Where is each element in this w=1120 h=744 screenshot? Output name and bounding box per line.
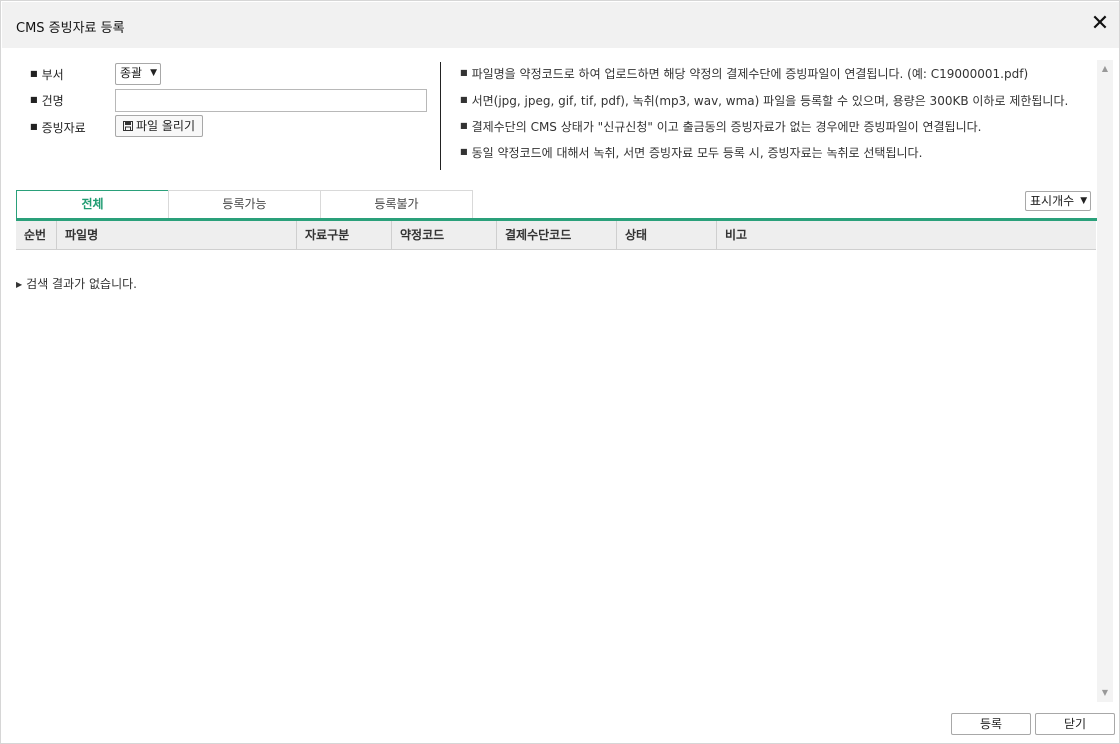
dept-row: ■ 부서 종괄 ▼ [30,62,430,85]
evidence-label: ■ 증빙자료 [30,121,86,135]
chevron-down-icon: ▼ [1080,196,1088,206]
dept-label: ■ 부서 [30,68,64,82]
vertical-scrollbar[interactable]: ▲ ▼ [1097,60,1113,702]
name-row: ■ 건명 [30,88,430,112]
disk-icon [123,121,133,131]
divider [440,62,441,170]
dialog-titlebar: CMS 증빙자료 등록 ✕ [2,2,1119,48]
page-size-select[interactable]: 표시개수 ▼ [1025,191,1092,211]
close-button[interactable]: 닫기 [1035,713,1115,735]
dept-select[interactable]: 종괄 ▼ [115,63,162,85]
register-button[interactable]: 등록 [951,713,1031,735]
col-contract-code: 약정코드 [391,221,496,249]
name-label: ■ 건명 [30,94,64,108]
scroll-down-icon[interactable]: ▼ [1097,686,1113,700]
col-remark: 비고 [716,221,1096,249]
tab-registrable[interactable]: 등록가능 [168,190,321,218]
col-seq: 순번 [24,228,47,242]
scroll-up-icon[interactable]: ▲ [1097,62,1113,76]
chevron-down-icon: ▼ [150,68,158,78]
tab-all[interactable]: 전체 [16,190,169,219]
caret-right-icon: ▶ [16,280,23,289]
table-header: 순번 파일명 자료구분 약정코드 결제수단코드 상태 비고 [16,221,1096,250]
tab-unregistrable[interactable]: 등록불가 [320,190,473,218]
close-icon[interactable]: ✕ [1089,12,1111,36]
empty-message: ▶ 검색 결과가 없습니다. [16,277,137,291]
note-item: ■ 동일 약정코드에 대해서 녹취, 서면 증빙자료 모두 등록 시, 증빙자료는… [460,146,923,160]
note-item: ■ 결제수단의 CMS 상태가 "신규신청" 이고 출금동의 증빙자료가 없는 경… [460,120,982,134]
col-status: 상태 [616,221,716,249]
name-input[interactable] [115,89,427,112]
col-payment-code: 결제수단코드 [496,221,616,249]
upload-file-button[interactable]: 파일 올리기 [115,115,204,137]
col-type: 자료구분 [296,221,391,249]
dialog-title: CMS 증빙자료 등록 [16,21,125,36]
col-filename: 파일명 [56,221,296,249]
note-item: ■ 서면(jpg, jpeg, gif, tif, pdf), 녹취(mp3, w… [460,94,1069,108]
evidence-row: ■ 증빙자료 파일 올리기 [30,115,430,137]
note-item: ■ 파일명을 약정코드로 하여 업로드하면 해당 약정의 결제수단에 증빙파일이 … [460,67,1029,81]
